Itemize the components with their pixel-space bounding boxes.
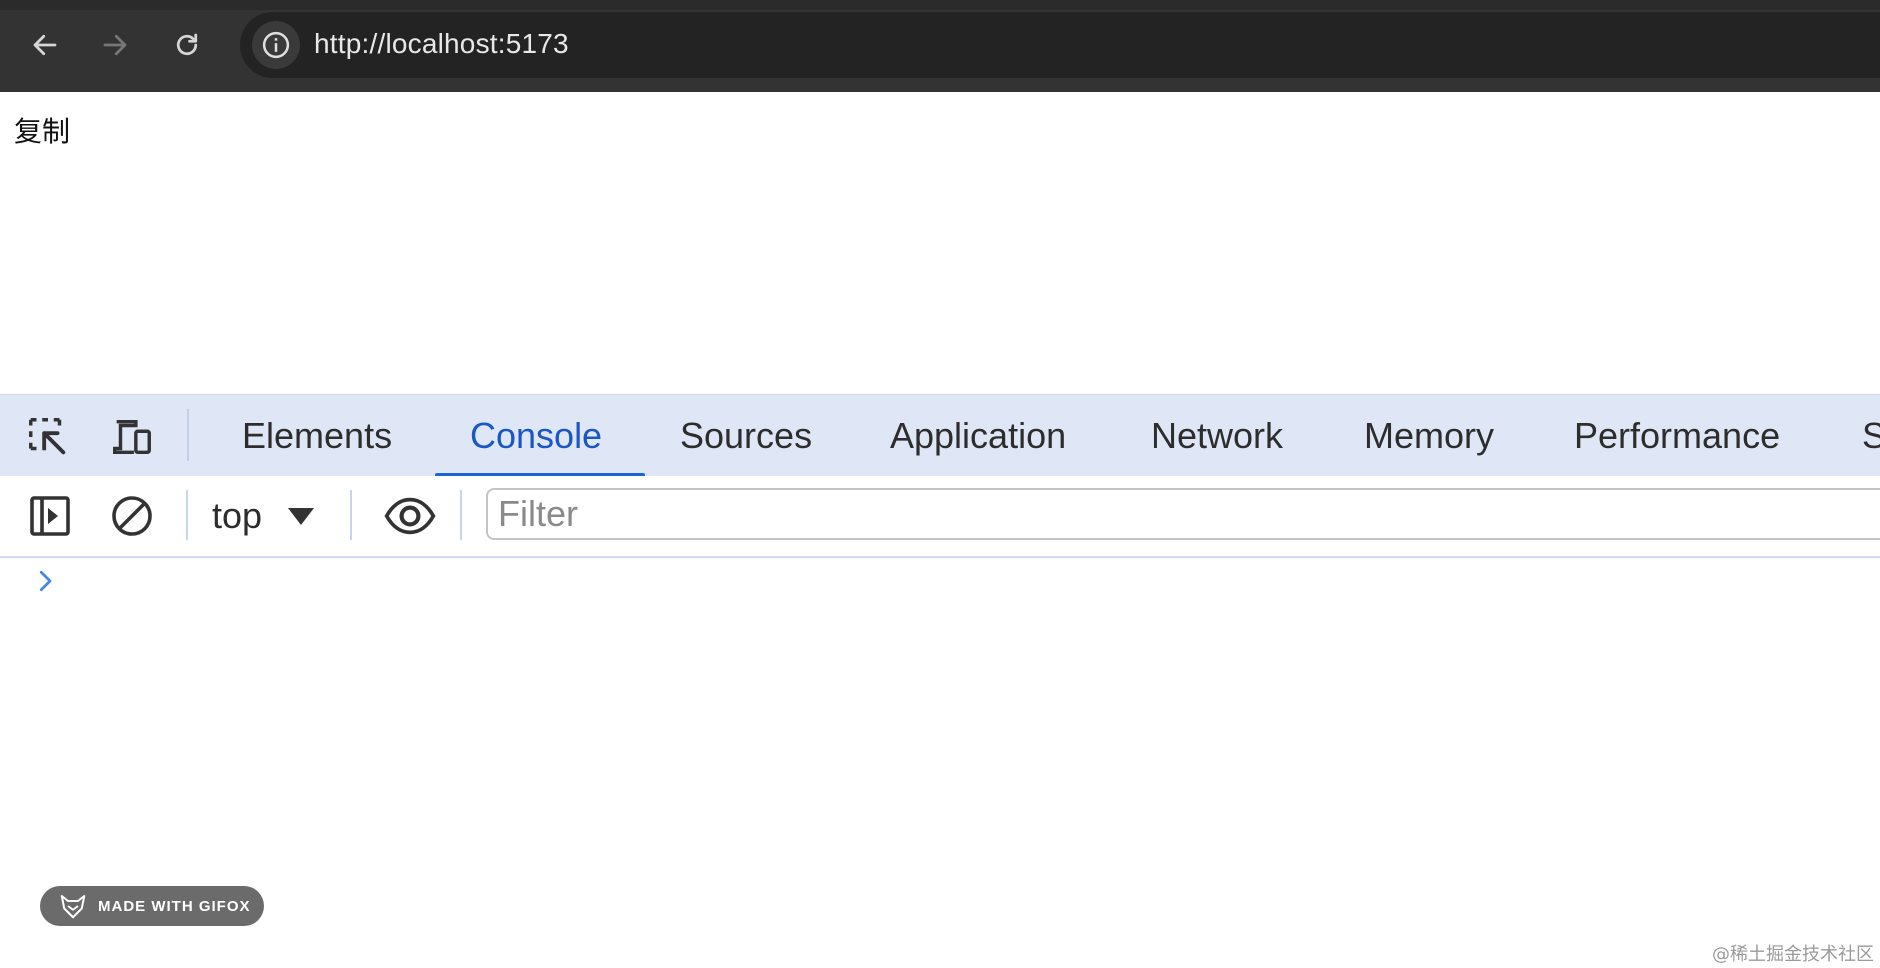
console-prompt-chevron-icon [39,570,52,592]
address-bar[interactable]: http://localhost:5173 [240,12,1880,78]
tab-memory[interactable]: Memory [1364,395,1494,477]
devtools-tab-bar: Elements Console Sources Application Net… [0,394,1880,478]
context-selector[interactable]: top [212,490,315,542]
tab-strip-edge [0,0,1880,10]
page-copy-text[interactable]: 复制 [14,110,70,150]
eye-icon [384,497,436,535]
device-toolbar-button[interactable] [108,413,156,461]
tab-sources[interactable]: Sources [680,395,812,477]
tab-console[interactable]: Console [470,395,602,477]
devtools-panel: Elements Console Sources Application Net… [0,394,1880,968]
sidebar-toggle-icon [30,496,70,536]
toolbar-separator [186,490,188,540]
reload-icon [176,33,198,56]
console-toolbar: top [0,476,1880,558]
device-mode-icon [113,419,151,455]
inspect-element-icon [29,418,66,455]
live-expression-button[interactable] [380,490,440,542]
info-icon [262,31,290,59]
context-value: top [212,495,263,536]
watermark: @稀土掘金技术社区 [1712,944,1874,965]
browser-toolbar: http://localhost:5173 [0,0,1880,92]
tab-network[interactable]: Network [1151,395,1283,477]
forward-arrow-icon [103,34,127,56]
filter-box[interactable] [486,488,1880,540]
forward-button[interactable] [96,26,134,64]
gifox-badge: MADE WITH GIFOX [40,886,264,926]
clear-console-icon [112,496,152,536]
filter-input[interactable] [488,490,1880,538]
back-arrow-icon [33,34,57,56]
toolbar-separator [350,490,352,540]
reload-button[interactable] [168,26,206,64]
tab-security-truncated[interactable]: S [1862,395,1880,477]
tab-separator [187,409,189,461]
site-info-button[interactable] [252,21,300,69]
dropdown-triangle-icon [288,507,315,525]
clear-console-button[interactable] [106,490,158,542]
toolbar-separator [460,490,462,540]
url-text[interactable]: http://localhost:5173 [314,28,569,60]
tab-elements[interactable]: Elements [242,395,392,477]
tab-application[interactable]: Application [890,395,1066,477]
show-sidebar-button[interactable] [24,490,76,542]
gifox-fox-icon [60,895,86,919]
back-button[interactable] [26,26,64,64]
inspect-element-button[interactable] [24,413,72,461]
tab-performance[interactable]: Performance [1574,395,1780,477]
gifox-badge-label: MADE WITH GIFOX [98,897,251,915]
